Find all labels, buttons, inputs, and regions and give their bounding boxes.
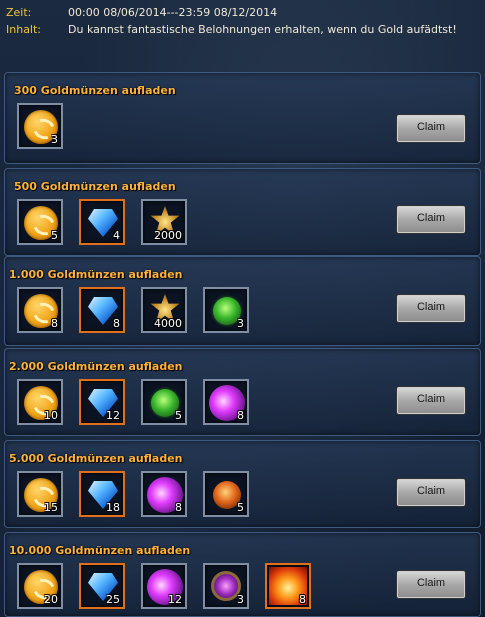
reward-tier-2000: 2.000 Goldmünzen aufladen 10 12 5 8 Clai… bbox=[4, 348, 481, 436]
reward-quantity: 8 bbox=[175, 501, 182, 514]
content-row: Inhalt: Du kannst fantastische Belohnung… bbox=[6, 21, 481, 38]
claim-button[interactable]: Claim bbox=[397, 479, 465, 506]
claim-button[interactable]: Claim bbox=[397, 295, 465, 322]
reward-quantity: 4000 bbox=[154, 317, 182, 330]
reward-tier-5000: 5.000 Goldmünzen aufladen 15 18 8 5 Clai… bbox=[4, 440, 481, 528]
reward-quantity: 12 bbox=[168, 593, 182, 606]
tier-title: 300 Goldmünzen aufladen bbox=[14, 84, 176, 97]
reward-items: 8 8 4000 3 bbox=[17, 287, 249, 333]
reward-quantity: 5 bbox=[51, 229, 58, 242]
reward-items: 15 18 8 5 bbox=[17, 471, 249, 517]
reward-slot[interactable]: 5 bbox=[141, 379, 187, 425]
content-label: Inhalt: bbox=[6, 23, 42, 36]
tier-title: 500 Goldmünzen aufladen bbox=[14, 180, 176, 193]
claim-button[interactable]: Claim bbox=[397, 387, 465, 414]
reward-slot[interactable]: 25 bbox=[79, 563, 125, 609]
tier-title: 10.000 Goldmünzen aufladen bbox=[9, 544, 191, 557]
reward-quantity: 5 bbox=[237, 501, 244, 514]
reward-slot[interactable]: 4 bbox=[79, 199, 125, 245]
reward-slot[interactable]: 3 bbox=[203, 287, 249, 333]
reward-quantity: 8 bbox=[237, 409, 244, 422]
reward-quantity: 12 bbox=[106, 409, 120, 422]
reward-slot[interactable]: 8 bbox=[141, 471, 187, 517]
reward-slot[interactable]: 2000 bbox=[141, 199, 187, 245]
tier-title: 2.000 Goldmünzen aufladen bbox=[9, 360, 183, 373]
reward-slot[interactable]: 8 bbox=[79, 287, 125, 333]
event-header: Zeit: 00:00 08/06/2014---23:59 08/12/201… bbox=[6, 4, 481, 38]
tier-title: 5.000 Goldmünzen aufladen bbox=[9, 452, 183, 465]
reward-slot[interactable]: 12 bbox=[141, 563, 187, 609]
time-value: 00:00 08/06/2014---23:59 08/12/2014 bbox=[68, 6, 278, 19]
reward-quantity: 3 bbox=[51, 133, 58, 146]
claim-button[interactable]: Claim bbox=[397, 115, 465, 142]
reward-quantity: 3 bbox=[237, 317, 244, 330]
reward-slot[interactable]: 3 bbox=[17, 103, 63, 149]
reward-quantity: 25 bbox=[106, 593, 120, 606]
reward-slot[interactable]: 8 bbox=[17, 287, 63, 333]
reward-slot[interactable]: 12 bbox=[79, 379, 125, 425]
reward-slot[interactable]: 15 bbox=[17, 471, 63, 517]
claim-button[interactable]: Claim bbox=[397, 206, 465, 233]
reward-quantity: 18 bbox=[106, 501, 120, 514]
reward-quantity: 2000 bbox=[154, 229, 182, 242]
reward-slot[interactable]: 20 bbox=[17, 563, 63, 609]
reward-quantity: 4 bbox=[113, 229, 120, 242]
reward-quantity: 8 bbox=[113, 317, 120, 330]
reward-slot[interactable]: 5 bbox=[17, 199, 63, 245]
reward-items: 20 25 12 3 8 bbox=[17, 563, 311, 609]
reward-quantity: 3 bbox=[237, 593, 244, 606]
reward-tier-10000: 10.000 Goldmünzen aufladen 20 25 12 3 8 bbox=[4, 532, 481, 617]
reward-slot[interactable]: 10 bbox=[17, 379, 63, 425]
reward-items: 10 12 5 8 bbox=[17, 379, 249, 425]
reward-slot[interactable]: 4000 bbox=[141, 287, 187, 333]
reward-slot[interactable]: 5 bbox=[203, 471, 249, 517]
reward-tier-1000: 1.000 Goldmünzen aufladen 8 8 4000 3 Cla… bbox=[4, 256, 481, 346]
tier-title: 1.000 Goldmünzen aufladen bbox=[9, 268, 183, 281]
time-label: Zeit: bbox=[6, 6, 32, 19]
reward-items: 3 bbox=[17, 103, 63, 149]
content-value: Du kannst fantastische Belohnungen erhal… bbox=[68, 23, 457, 36]
reward-quantity: 10 bbox=[44, 409, 58, 422]
reward-slot[interactable]: 18 bbox=[79, 471, 125, 517]
time-row: Zeit: 00:00 08/06/2014---23:59 08/12/201… bbox=[6, 4, 481, 21]
reward-tier-300: 300 Goldmünzen aufladen 3 Claim bbox=[4, 72, 481, 164]
reward-quantity: 5 bbox=[175, 409, 182, 422]
claim-button[interactable]: Claim bbox=[397, 571, 465, 598]
reward-items: 5 4 2000 bbox=[17, 199, 187, 245]
reward-quantity: 8 bbox=[299, 593, 306, 606]
reward-slot[interactable]: 8 bbox=[265, 563, 311, 609]
reward-quantity: 15 bbox=[44, 501, 58, 514]
reward-slot[interactable]: 3 bbox=[203, 563, 249, 609]
reward-slot[interactable]: 8 bbox=[203, 379, 249, 425]
reward-quantity: 8 bbox=[51, 317, 58, 330]
reward-quantity: 20 bbox=[44, 593, 58, 606]
reward-tier-500: 500 Goldmünzen aufladen 5 4 2000 Claim bbox=[4, 168, 481, 256]
